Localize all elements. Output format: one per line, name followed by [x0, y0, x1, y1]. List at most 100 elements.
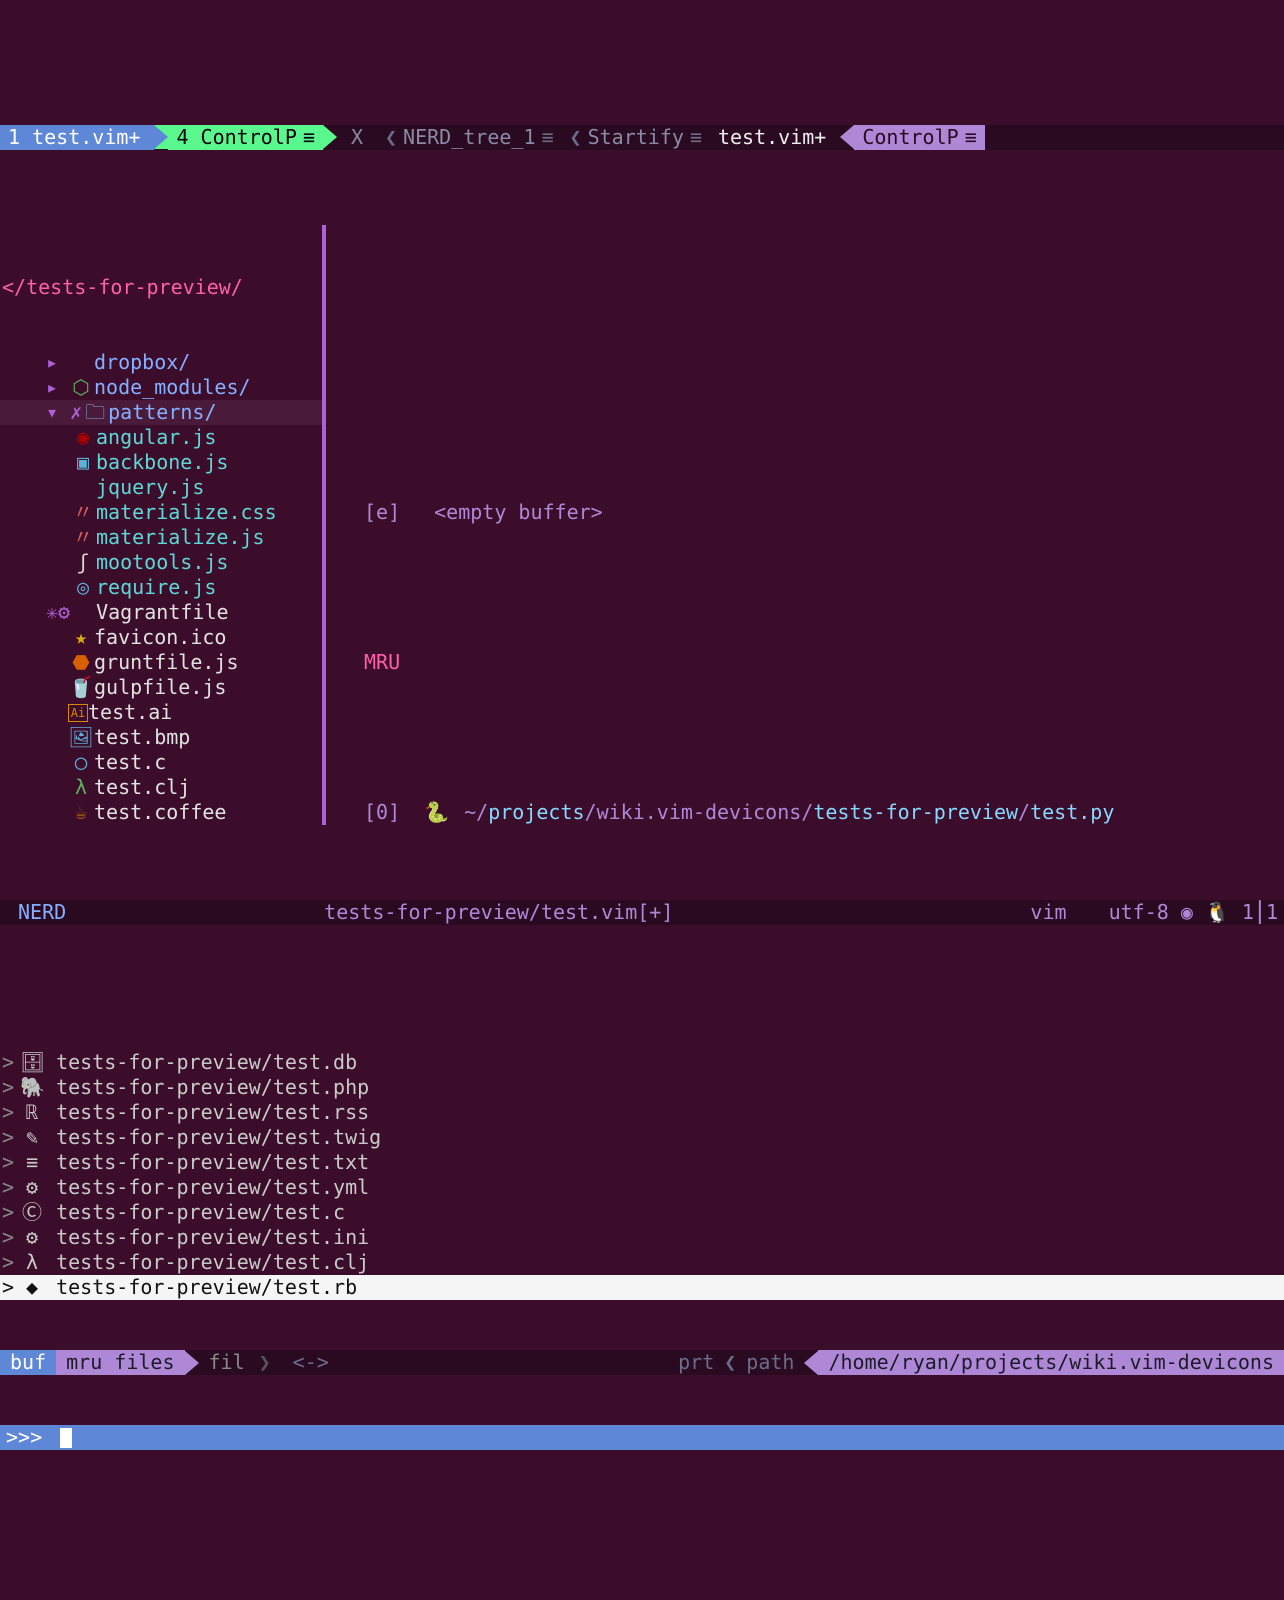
- buffer-label: Startify: [588, 125, 684, 150]
- tree-item-label: dropbox/: [94, 350, 190, 375]
- tab-4-controlp[interactable]: 4 ControlP ≡: [168, 125, 322, 150]
- tree-item[interactable]: ▾ ✗🗀patterns/: [0, 400, 322, 425]
- mode-fil[interactable]: fil: [199, 1350, 255, 1375]
- tree-item[interactable]: λtest.clj: [0, 775, 322, 800]
- buffer-controlp[interactable]: ControlP ≡: [854, 125, 984, 150]
- startify-empty-buffer[interactable]: [e] <empty buffer>: [326, 500, 1284, 525]
- file-icon: 🗀: [82, 400, 108, 425]
- file-icon: 🥤: [68, 675, 94, 700]
- ctrlp-result[interactable]: >≡ tests-for-preview/test.txt: [0, 1150, 1284, 1175]
- tree-item[interactable]: 〃materialize.css: [0, 500, 322, 525]
- tree-item[interactable]: jquery.js: [0, 475, 322, 500]
- buffer-nerdtree[interactable]: NERD_tree_1 ≡: [377, 125, 562, 150]
- tree-item-label: jquery.js: [96, 475, 204, 500]
- file-icon: ☕: [68, 800, 94, 825]
- tree-item-label: test.c: [94, 750, 166, 775]
- mode-prt: prt: [678, 1350, 714, 1375]
- tree-item[interactable]: ☕test.coffee: [0, 800, 322, 825]
- tree-item[interactable]: ◉angular.js: [0, 425, 322, 450]
- file-icon: λ: [20, 1250, 44, 1275]
- mode-mru-files[interactable]: mru files: [56, 1350, 184, 1375]
- buffer-startify[interactable]: Startify ≡: [562, 125, 710, 150]
- file-icon: λ: [68, 775, 94, 800]
- chevron-right-icon: >: [2, 1125, 14, 1150]
- tree-item[interactable]: ʃmootools.js: [0, 550, 322, 575]
- file-icon: 〃: [70, 525, 96, 550]
- mru-item[interactable]: [0]🐍~/projects/wiki.vim-devicons/tests-f…: [326, 800, 1284, 825]
- tree-item[interactable]: 〃materialize.js: [0, 525, 322, 550]
- file-icon: ◉: [70, 425, 96, 450]
- tree-root[interactable]: </tests-for-preview/: [0, 275, 322, 300]
- file-icon: ◆: [20, 1275, 44, 1300]
- ctrlp-result[interactable]: >🗄 tests-for-preview/test.db: [0, 1050, 1284, 1075]
- editor-splits: </tests-for-preview/ ▸dropbox/▸⬡node_mod…: [0, 225, 1284, 825]
- tab-label: test.vim+: [20, 125, 140, 150]
- chevron-right-icon: >: [2, 1050, 14, 1075]
- tree-item[interactable]: ▸dropbox/: [0, 350, 322, 375]
- result-path: tests-for-preview/test.twig: [44, 1125, 381, 1150]
- chevron-right-icon: >: [2, 1275, 14, 1300]
- mode-buf[interactable]: buf: [0, 1350, 56, 1375]
- file-icon: ⬡: [68, 375, 94, 400]
- chevron-right-icon: >: [2, 1175, 14, 1200]
- result-path: tests-for-preview/test.db: [44, 1050, 357, 1075]
- tab-number: 4: [176, 125, 188, 150]
- tree-item[interactable]: ✳⚙Vagrantfile: [0, 600, 322, 625]
- file-icon: ⚙: [20, 1225, 44, 1250]
- result-path: tests-for-preview/test.rb: [44, 1275, 357, 1300]
- tree-item-label: mootools.js: [96, 550, 228, 575]
- os-icons: ◉ 🐧: [1181, 900, 1242, 925]
- hamburger-icon: ≡: [690, 125, 702, 150]
- file-icon: 🗄: [20, 1050, 44, 1075]
- tree-item[interactable]: ▣backbone.js: [0, 450, 322, 475]
- ctrlp-cwd: /home/ryan/projects/wiki.vim-devicons: [818, 1350, 1284, 1375]
- ctrlp-result[interactable]: >✎ tests-for-preview/test.twig: [0, 1125, 1284, 1150]
- main-pane[interactable]: [e] <empty buffer> MRU [0]🐍~/projects/wi…: [326, 225, 1284, 825]
- mode-path-label: path: [746, 1350, 794, 1375]
- expand-icon: ✳⚙: [46, 600, 70, 625]
- tree-item[interactable]: ⬣gruntfile.js: [0, 650, 322, 675]
- ctrlp-pane[interactable]: >🗄 tests-for-preview/test.db>🐘 tests-for…: [0, 1000, 1284, 1475]
- tab-number: 1: [8, 125, 20, 150]
- empty-buffer-text: <empty buffer>: [434, 500, 603, 525]
- ctrlp-result[interactable]: >◆ tests-for-preview/test.rb: [0, 1275, 1284, 1300]
- ctrlp-prompt[interactable]: >>>: [0, 1425, 1284, 1450]
- buffer-test-vim[interactable]: test.vim+: [710, 125, 840, 150]
- hamburger-icon: ≡: [965, 125, 977, 150]
- blank-row: [326, 725, 1284, 750]
- ctrlp-result[interactable]: >⚙ tests-for-preview/test.yml: [0, 1175, 1284, 1200]
- file-icon: ʃ: [70, 550, 96, 575]
- result-path: tests-for-preview/test.clj: [44, 1250, 369, 1275]
- tree-item[interactable]: Aitest.ai: [0, 700, 322, 725]
- file-icon: ≡: [20, 1150, 44, 1175]
- ctrlp-result[interactable]: >⚙ tests-for-preview/test.ini: [0, 1225, 1284, 1250]
- ctrlp-result[interactable]: >🐘 tests-for-preview/test.php: [0, 1075, 1284, 1100]
- tree-item[interactable]: ◎require.js: [0, 575, 322, 600]
- buffer-path-label: tests-for-preview/test.vim[+]: [324, 900, 673, 925]
- separator-icon: [323, 125, 337, 149]
- buffer-label: test.vim+: [718, 125, 826, 150]
- tree-item[interactable]: ◯test.c: [0, 750, 322, 775]
- tree-item[interactable]: ▸⬡node_modules/: [0, 375, 322, 400]
- separator-icon: [840, 125, 854, 149]
- hamburger-icon: ≡: [303, 125, 315, 150]
- file-icon: ◯: [68, 750, 94, 775]
- tab-1-test-vim[interactable]: 1 test.vim+: [0, 125, 154, 150]
- buffer-label: ControlP: [862, 125, 958, 150]
- result-path: tests-for-preview/test.php: [44, 1075, 369, 1100]
- tab-close-x[interactable]: X: [337, 125, 377, 150]
- file-icon: Ai: [68, 704, 88, 722]
- expand-icon: ▾ ✗: [46, 400, 82, 425]
- file-icon: ✎: [20, 1125, 44, 1150]
- tree-item-label: backbone.js: [96, 450, 228, 475]
- tree-item[interactable]: ★favicon.ico: [0, 625, 322, 650]
- ctrlp-result[interactable]: >λ tests-for-preview/test.clj: [0, 1250, 1284, 1275]
- ctrlp-result[interactable]: >ℝ tests-for-preview/test.rss: [0, 1100, 1284, 1125]
- nerdtree-pane[interactable]: </tests-for-preview/ ▸dropbox/▸⬡node_mod…: [0, 225, 326, 825]
- tree-item-label: materialize.js: [96, 525, 265, 550]
- window-status-row: NERD tests-for-preview/test.vim[+] vim u…: [0, 900, 1284, 925]
- ctrlp-result[interactable]: >Ⓒ tests-for-preview/test.c: [0, 1200, 1284, 1225]
- tree-item[interactable]: 🖼test.bmp: [0, 725, 322, 750]
- separator-icon: [185, 1351, 199, 1375]
- tree-item[interactable]: 🥤gulpfile.js: [0, 675, 322, 700]
